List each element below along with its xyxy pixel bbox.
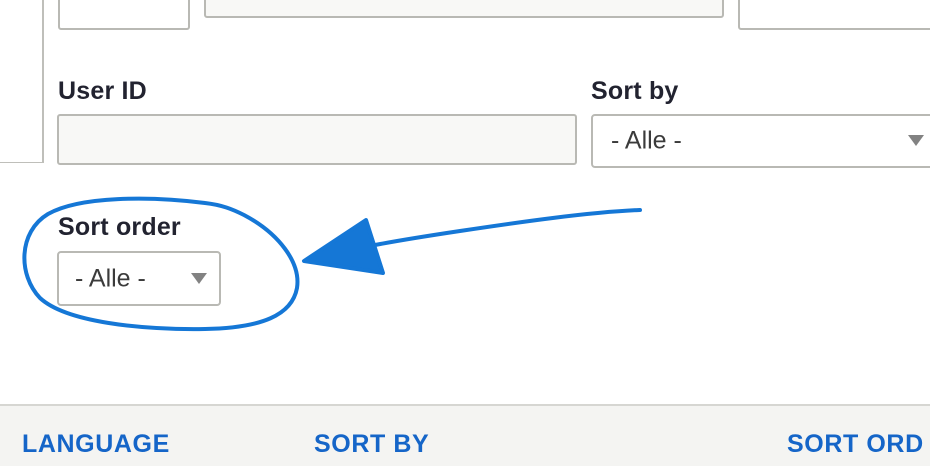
sort-by-select[interactable]: - Alle - [591, 114, 930, 168]
chevron-down-icon [191, 272, 207, 284]
filter-page: User ID Sort by - Alle - Sort order - Al… [0, 0, 930, 466]
chevron-down-icon [908, 135, 924, 146]
partial-input-middle[interactable] [204, 0, 724, 18]
sort-order-select[interactable]: - Alle - [57, 251, 221, 306]
sort-order-label: Sort order [58, 213, 181, 241]
left-panel-border [42, 0, 44, 163]
sort-by-selected-value: - Alle - [611, 126, 682, 155]
left-panel-border-bottom [0, 162, 44, 163]
sort-by-label: Sort by [591, 77, 679, 105]
column-header-sort-order[interactable]: SORT ORD [787, 430, 924, 459]
arrow-head-annotation [302, 218, 385, 275]
column-header-sort-by[interactable]: SORT BY [314, 430, 429, 459]
column-header-language[interactable]: LANGUAGE [22, 430, 170, 459]
sort-order-selected-value: - Alle - [75, 264, 146, 292]
partial-input-left[interactable] [58, 0, 190, 30]
user-id-input[interactable] [57, 114, 577, 165]
user-id-label: User ID [58, 77, 147, 105]
arrow-shaft-annotation [368, 208, 642, 248]
partial-input-right[interactable] [738, 0, 930, 30]
